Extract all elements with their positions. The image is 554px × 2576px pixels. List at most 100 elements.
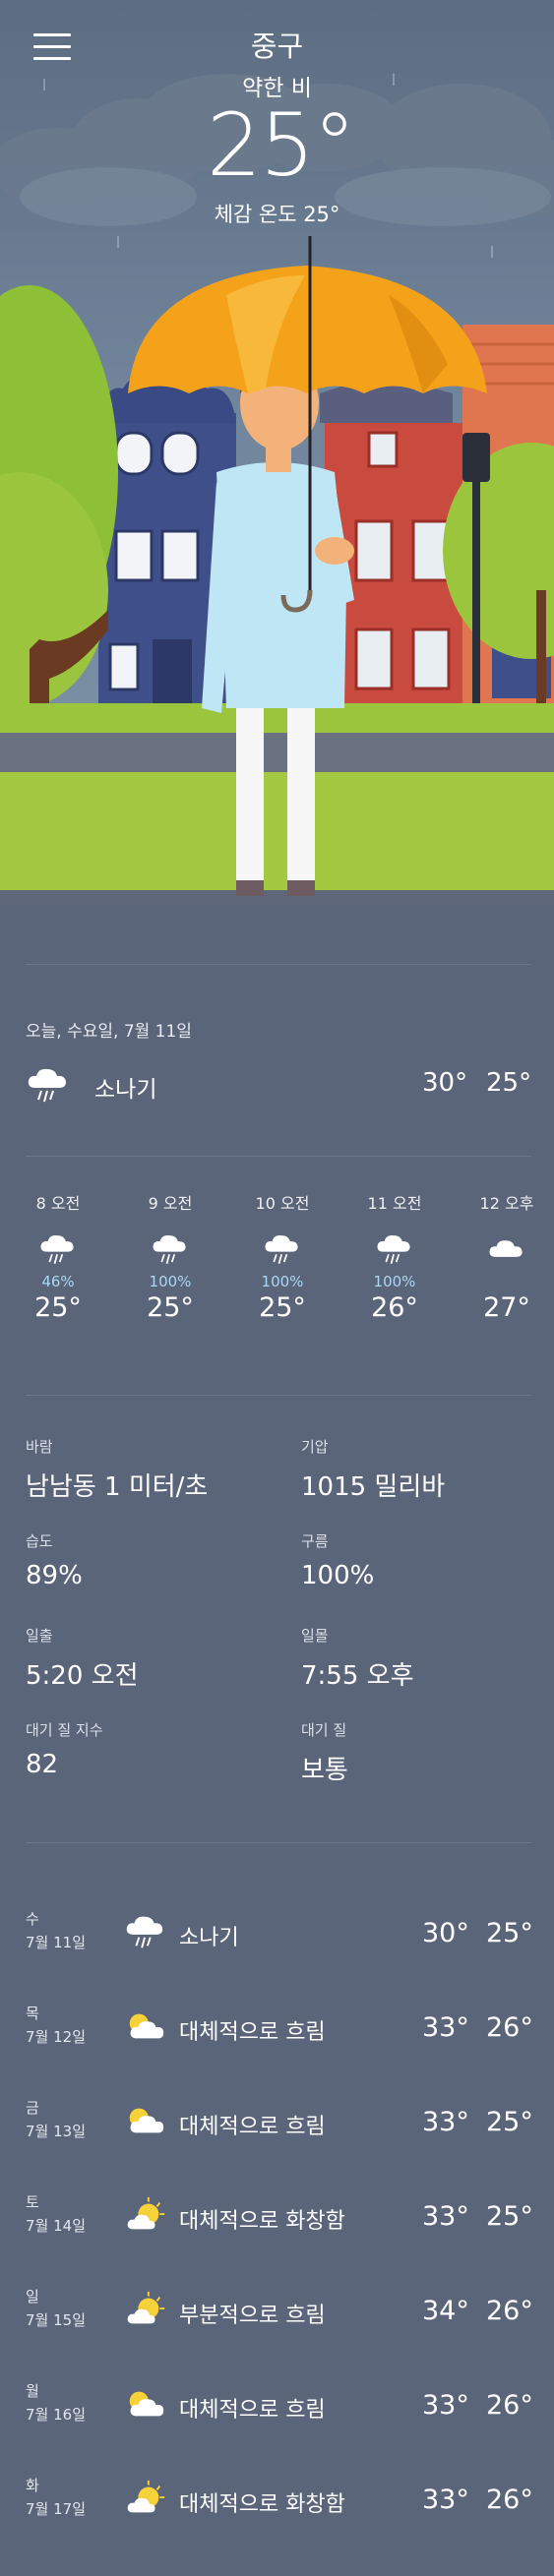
hour-temp: 25° xyxy=(34,1292,82,1323)
cloud-rain-icon xyxy=(40,1234,74,1265)
hour-temp: 27° xyxy=(483,1292,530,1323)
hour-precip: 100% xyxy=(373,1273,416,1290)
day-date: 7월 15일 xyxy=(26,2311,86,2329)
hourly-item[interactable]: 11 오전 100% 26° xyxy=(339,1190,451,1323)
day-of-week: 월 xyxy=(26,2382,39,2400)
day-low: 25° xyxy=(486,2107,533,2137)
mostly-sunny-icon xyxy=(127,2480,165,2513)
cloud-rain-icon xyxy=(153,1234,186,1265)
day-low: 26° xyxy=(486,2390,533,2421)
hourly-item[interactable]: 9 오전 100% 25° xyxy=(114,1190,226,1323)
detail-humidity: 습도 89% xyxy=(26,1530,272,1590)
detail-value: 100% xyxy=(301,1561,375,1590)
daily-row[interactable]: 토 7월 14일 대체적으로 화창함 33° 25° xyxy=(26,2191,533,2250)
detail-value: 1015 밀리바 xyxy=(301,1472,446,1502)
detail-value: 89% xyxy=(26,1561,83,1590)
day-of-week: 수 xyxy=(26,1910,39,1928)
today-high: 30° xyxy=(422,1068,468,1098)
today-condition: 소나기 xyxy=(94,1077,157,1103)
detail-value: 82 xyxy=(26,1750,59,1779)
detail-air-quality: 대기 질 보통 xyxy=(301,1719,547,1786)
hour-precip: 100% xyxy=(261,1273,304,1290)
daily-row[interactable]: 월 7월 16일 대체적으로 흐림 33° 26° xyxy=(26,2380,533,2439)
hour-temp: 25° xyxy=(259,1292,306,1323)
today-low: 25° xyxy=(486,1068,532,1098)
detail-value: 남남동 1 미터/초 xyxy=(26,1472,209,1502)
today-date: 오늘, 수요일, 7월 11일 xyxy=(26,1022,192,1042)
day-low: 25° xyxy=(486,2201,533,2232)
day-date: 7월 13일 xyxy=(26,2123,86,2140)
day-low: 26° xyxy=(486,2296,533,2326)
detail-label: 일몰 xyxy=(301,1627,329,1645)
current-temperature: 25° xyxy=(207,94,356,196)
cloud-rain-icon xyxy=(28,1068,66,1103)
daily-row[interactable]: 일 7월 15일 부분적으로 흐림 34° 26° xyxy=(26,2286,533,2345)
divider xyxy=(26,1842,531,1843)
detail-value: 5:20 오전 xyxy=(26,1661,139,1691)
cloud-icon xyxy=(489,1240,523,1257)
day-of-week: 일 xyxy=(26,2288,39,2306)
day-high: 33° xyxy=(422,2107,469,2137)
divider xyxy=(26,964,531,965)
hour-precip: 100% xyxy=(149,1273,192,1290)
daily-row[interactable]: 목 7월 12일 대체적으로 흐림 33° 26° xyxy=(26,2003,533,2062)
detail-label: 일출 xyxy=(26,1627,53,1645)
hourly-item[interactable]: 8 오전 46% 25° xyxy=(2,1190,114,1323)
detail-label: 바람 xyxy=(26,1438,53,1456)
day-of-week: 목 xyxy=(26,2005,39,2022)
day-high: 30° xyxy=(422,1918,469,1948)
daily-row[interactable]: 화 7월 17일 대체적으로 화창함 33° 26° xyxy=(26,2475,533,2534)
day-low: 25° xyxy=(486,1918,533,1948)
hour-time: 8 오전 xyxy=(35,1194,81,1213)
hour-temp: 26° xyxy=(371,1292,418,1323)
day-of-week: 금 xyxy=(26,2099,39,2117)
detail-value: 보통 xyxy=(301,1756,348,1785)
day-date: 7월 16일 xyxy=(26,2406,86,2424)
day-date: 7월 12일 xyxy=(26,2028,86,2046)
cloud-rain-icon xyxy=(265,1234,298,1265)
partly-cloudy-icon xyxy=(129,2391,164,2417)
day-condition: 대체적으로 흐림 xyxy=(179,2398,326,2423)
location-name[interactable]: 중구 xyxy=(0,24,554,65)
daily-row[interactable]: 금 7월 13일 대체적으로 흐림 33° 25° xyxy=(26,2097,533,2156)
detail-value: 7:55 오후 xyxy=(301,1661,414,1691)
detail-label: 기압 xyxy=(301,1438,329,1456)
day-high: 33° xyxy=(422,2201,469,2232)
cloud-rain-icon xyxy=(377,1234,410,1265)
day-low: 26° xyxy=(486,2012,533,2043)
hour-time: 10 오전 xyxy=(255,1194,310,1213)
mostly-sunny-icon xyxy=(127,2291,165,2324)
detail-sunrise: 일출 5:20 오전 xyxy=(26,1625,272,1692)
day-condition: 대체적으로 화창함 xyxy=(179,2492,345,2517)
day-condition: 대체적으로 화창함 xyxy=(179,2209,345,2234)
weather-app: 중구 약한 비 25° 체감 온도 25° 오늘, 수요일, 7월 11일 소나… xyxy=(0,0,554,2576)
hourly-item[interactable]: 12 오후 27° xyxy=(451,1190,554,1323)
divider xyxy=(26,1395,531,1396)
mostly-sunny-icon xyxy=(127,2196,165,2230)
today-summary[interactable]: 소나기 30° 25° xyxy=(26,1064,531,1106)
detail-aqi: 대기 질 지수 82 xyxy=(26,1719,272,1779)
hour-temp: 25° xyxy=(147,1292,194,1323)
detail-pressure: 기압 1015 밀리바 xyxy=(301,1436,547,1503)
detail-label: 습도 xyxy=(26,1532,53,1550)
detail-label: 대기 질 xyxy=(301,1721,347,1739)
partly-cloudy-icon xyxy=(129,2108,164,2133)
hourly-forecast[interactable]: 8 오전 46% 25° 9 오전 100% 25° 10 오전 100% 25… xyxy=(0,1190,554,1357)
daily-row[interactable]: 수 7월 11일 소나기 30° 25° xyxy=(26,1908,533,1967)
day-date: 7월 17일 xyxy=(26,2500,86,2518)
hour-time: 11 오전 xyxy=(367,1194,422,1213)
day-condition: 대체적으로 흐림 xyxy=(179,2020,326,2045)
partly-cloudy-icon xyxy=(129,2013,164,2039)
day-condition: 대체적으로 흐림 xyxy=(179,2115,326,2139)
day-condition: 소나기 xyxy=(179,1926,239,1950)
day-of-week: 화 xyxy=(26,2477,39,2494)
hourly-item[interactable]: 10 오전 100% 25° xyxy=(226,1190,339,1323)
hour-precip: 46% xyxy=(41,1273,75,1290)
divider xyxy=(26,1156,531,1157)
detail-sunset: 일몰 7:55 오후 xyxy=(301,1625,547,1692)
day-high: 33° xyxy=(422,2390,469,2421)
day-of-week: 토 xyxy=(26,2193,39,2211)
detail-wind: 바람 남남동 1 미터/초 xyxy=(26,1436,272,1503)
day-high: 33° xyxy=(422,2485,469,2515)
detail-label: 대기 질 지수 xyxy=(26,1721,103,1739)
